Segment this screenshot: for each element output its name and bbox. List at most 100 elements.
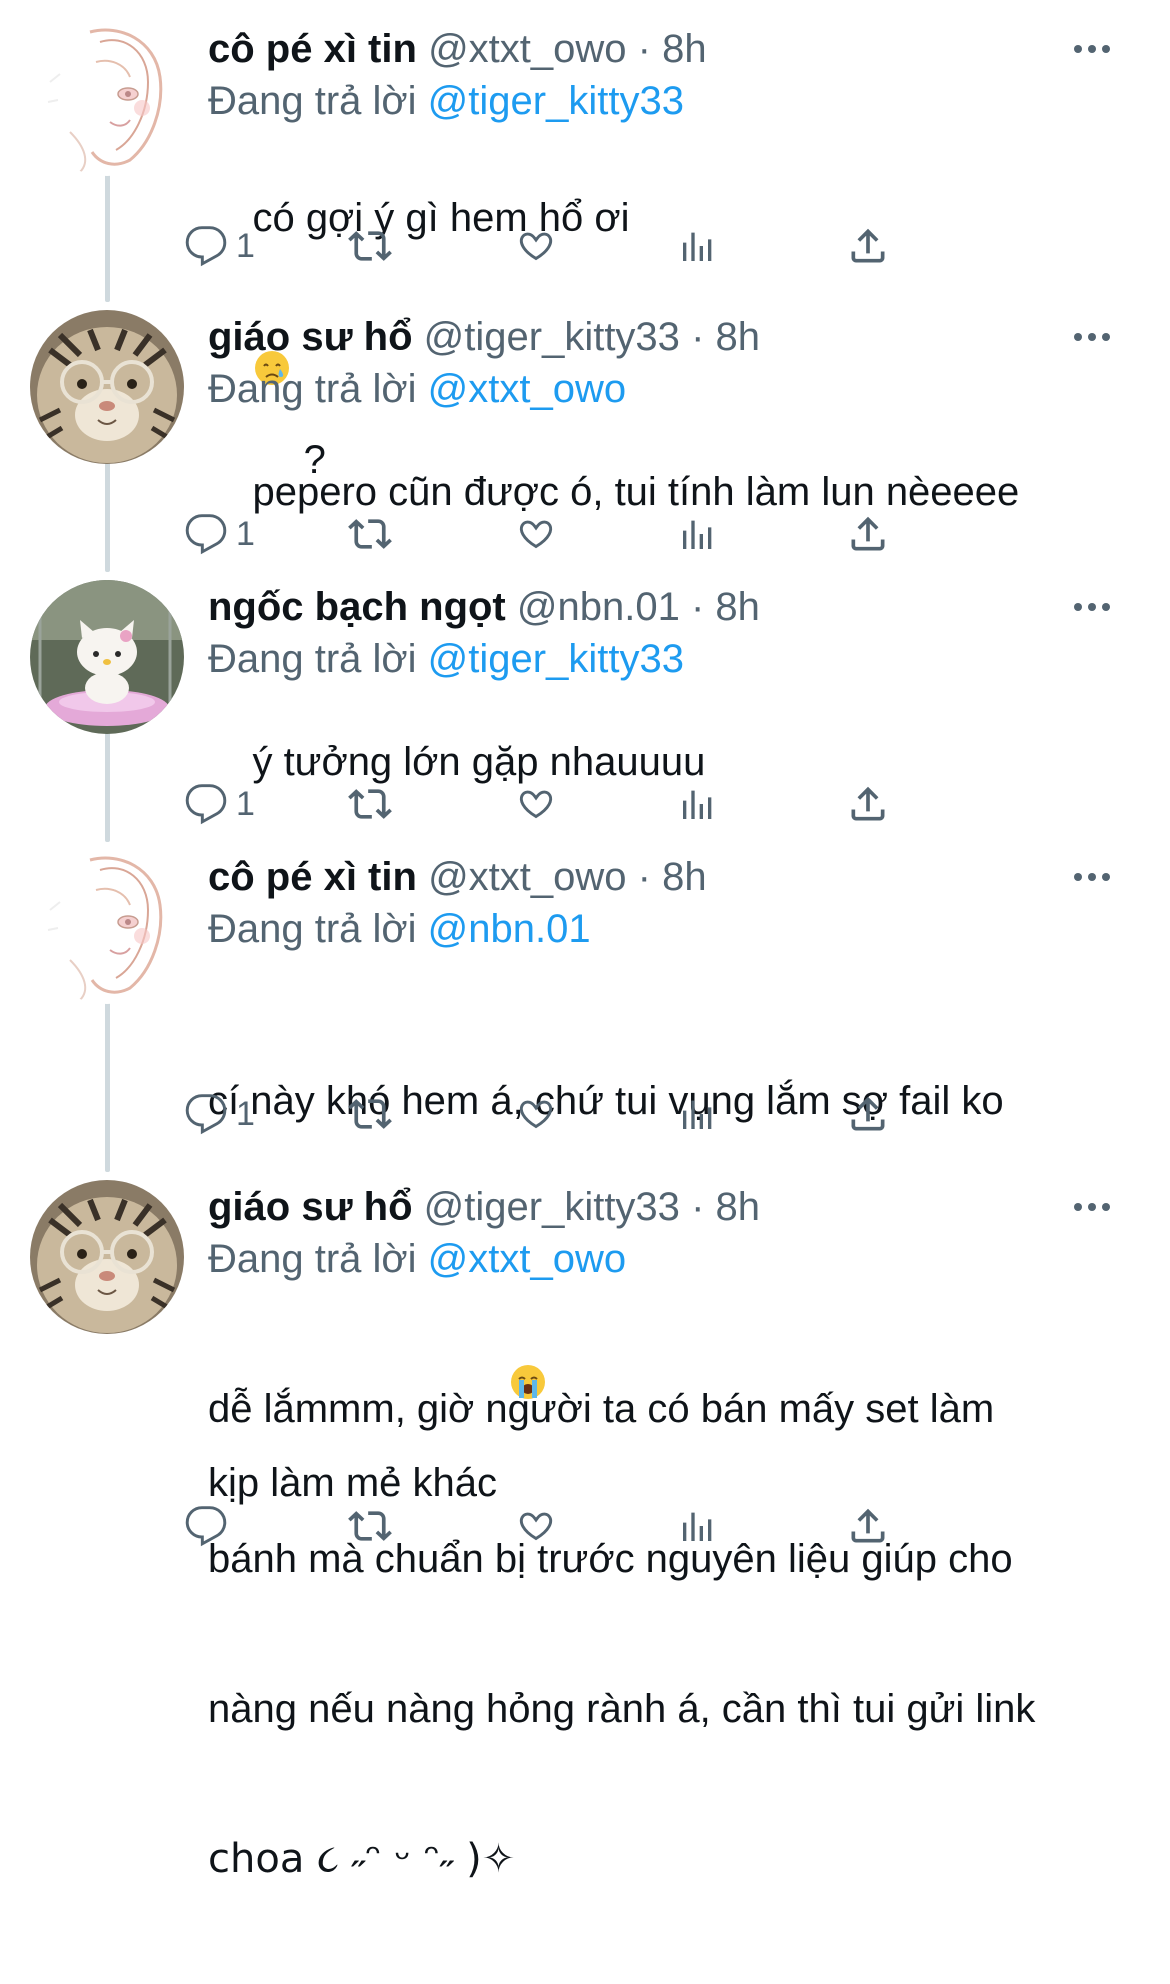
tiger-plush-with-glasses-avatar [30,1180,184,1334]
reply-button[interactable]: 1 [184,504,255,564]
tweet-header: giáo sư hổ @tiger_kitty33 · 8h [208,1180,760,1234]
anime-girl-sketch-avatar [30,22,184,176]
retweet-icon [348,519,392,549]
reply-button[interactable]: 1 [184,216,255,276]
timestamp[interactable]: · 8h [691,1185,760,1229]
anime-girl-sketch-avatar [30,850,184,1004]
like-button[interactable] [513,774,559,834]
analytics-bars-icon [683,520,712,549]
tiger-plush-with-glasses-avatar [30,310,184,464]
thread-connector-line [105,448,110,572]
tweet-actions [185,1496,1088,1556]
analytics-bars-icon [683,232,712,261]
retweet-icon [348,789,392,819]
views-button[interactable] [678,1496,718,1556]
share-upload-icon [851,1096,885,1131]
more-dots-icon[interactable] [1070,322,1114,352]
mention-link[interactable]: @tiger_kitty33 [428,79,684,123]
timestamp[interactable]: · 8h [691,585,760,629]
share-button[interactable] [846,774,890,834]
display-name[interactable]: ngốc bạch ngọt [208,585,506,629]
tweet-header: ngốc bạch ngọt @nbn.01 · 8h [208,580,760,634]
mention-link[interactable]: @tiger_kitty33 [428,637,684,681]
heart-icon [519,520,553,549]
thread-connector-line [105,160,110,302]
reply-count: 1 [236,1095,255,1133]
replying-to: Đang trả lời @xtxt_owo [208,1232,626,1286]
replying-to: Đang trả lời @xtxt_owo [208,362,626,416]
heart-icon [519,1512,553,1541]
mention-link[interactable]: @xtxt_owo [428,367,626,411]
retweet-icon [348,1511,392,1541]
more-dots-icon[interactable] [1070,1192,1114,1222]
tweet-actions: 1 [185,774,1088,834]
retweet-button[interactable] [346,774,394,834]
retweet-button[interactable] [346,216,394,276]
user-handle[interactable]: @tiger_kitty33 [424,315,680,359]
thread-connector-line [105,718,110,842]
views-button[interactable] [678,216,718,276]
reply-count: 1 [236,227,255,265]
avatar[interactable] [30,580,184,734]
mention-link[interactable]: @nbn.01 [428,907,591,951]
reply-button[interactable]: 1 [184,774,255,834]
timestamp[interactable]: · 8h [638,27,707,71]
more-dots-icon[interactable] [1070,592,1114,622]
like-button[interactable] [513,1084,559,1144]
share-upload-icon [851,786,885,821]
share-button[interactable] [846,504,890,564]
tweet-text-line: nàng nếu nàng hỏng rành á, cần thì tui g… [208,1687,1036,1731]
tweet-header: giáo sư hổ @tiger_kitty33 · 8h [208,310,760,364]
replying-to-label: Đang trả lời [208,367,417,411]
timestamp[interactable]: · 8h [691,315,760,359]
like-button[interactable] [513,1496,559,1556]
views-button[interactable] [678,1084,718,1144]
user-handle[interactable]: @xtxt_owo [428,27,626,71]
share-button[interactable] [846,1496,890,1556]
avatar[interactable] [30,310,184,464]
replying-to-label: Đang trả lời [208,637,417,681]
user-handle[interactable]: @tiger_kitty33 [424,1185,680,1229]
views-button[interactable] [678,504,718,564]
timestamp[interactable]: · 8h [638,855,707,899]
display-name[interactable]: giáo sư hổ [208,1185,413,1229]
reply-bubble-icon [185,784,227,825]
mention-link[interactable]: @xtxt_owo [428,1237,626,1281]
tweet-actions: 1 [185,504,1088,564]
user-handle[interactable]: @nbn.01 [517,585,680,629]
hello-kitty-plush-avatar [30,580,184,734]
avatar[interactable] [30,22,184,176]
reply-bubble-icon [185,514,227,555]
reply-button[interactable]: 1 [184,1084,255,1144]
more-dots-icon[interactable] [1070,34,1114,64]
share-button[interactable] [846,1084,890,1144]
reply-count: 1 [236,785,255,823]
tweet-text-line: dễ lắmmm, giờ người ta có bán mấy set là… [208,1387,995,1431]
share-button[interactable] [846,216,890,276]
tweet-header: cô pé xì tin @xtxt_owo · 8h [208,850,707,904]
tweet-header: cô pé xì tin @xtxt_owo · 8h [208,22,707,76]
heart-icon [519,232,553,261]
like-button[interactable] [513,216,559,276]
reply-count: 1 [236,515,255,553]
more-dots-icon[interactable] [1070,862,1114,892]
analytics-bars-icon [683,790,712,819]
reply-bubble-icon [185,226,227,267]
analytics-bars-icon [683,1512,712,1541]
retweet-button[interactable] [346,504,394,564]
display-name[interactable]: giáo sư hổ [208,315,413,359]
user-handle[interactable]: @xtxt_owo [428,855,626,899]
reply-button[interactable] [184,1496,236,1556]
heart-icon [519,1100,553,1129]
retweet-icon [348,1099,392,1129]
tweet-text: dễ lắmmm, giờ người ta có bán mấy set là… [208,1284,1128,1984]
avatar[interactable] [30,850,184,1004]
tweet-actions: 1 [185,1084,1088,1144]
display-name[interactable]: cô pé xì tin [208,855,417,899]
views-button[interactable] [678,774,718,834]
avatar[interactable] [30,1180,184,1334]
retweet-button[interactable] [346,1084,394,1144]
display-name[interactable]: cô pé xì tin [208,27,417,71]
like-button[interactable] [513,504,559,564]
retweet-button[interactable] [346,1496,394,1556]
